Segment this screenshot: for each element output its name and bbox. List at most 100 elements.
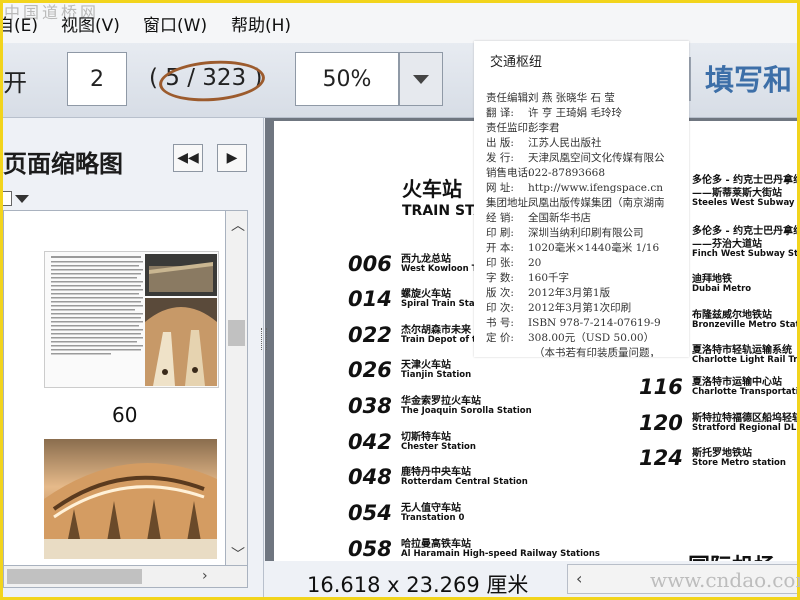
toolbar-separator [689,57,691,101]
colophon-row: （本书若有印装质量问题， [534,347,660,357]
entry-title-cn: 夏洛特市轻轨运输系统 [692,345,792,356]
entry-page-number: 006 [348,252,392,276]
colophon-row: 出 版: 江苏人民出版社 [486,137,602,149]
colophon-row: 开 本: 1020毫米×1440毫米 1/16 [486,242,660,254]
entry-title-cn: 夏洛特市运输中心站 [692,377,782,388]
entry-title-cn: 布隆兹威尔地铁站 [692,310,772,321]
fill-sign-button[interactable]: 填写和 [705,57,792,99]
entry-title-en: Stratford Regional DLR Sta [692,423,797,433]
entry-title-cn: 鹿特丹中央车站 [401,467,471,478]
colophon-row: 定 价: 308.00元（USD 50.00） [486,332,655,344]
page-thumbnail[interactable] [44,251,219,388]
options-icon [3,191,12,206]
chevron-down-icon [15,195,29,203]
entry-title-en: The Joaquin Sorolla Station [401,406,532,416]
chevron-down-icon [413,74,429,84]
entry-title-cn: 杰尔胡森市未来 [401,325,471,336]
menu-bar: 中国道桥网 自(E) 视图(V) 窗口(W) 帮助(H) [3,3,797,43]
scrollbar-thumb[interactable] [7,569,142,584]
thumbnail-page-number: 60 [112,403,138,427]
colophon-row: 字 数: 160千字 [486,272,570,284]
page-thumbnail[interactable] [44,439,217,559]
chevron-up-icon[interactable]: ︿ [231,215,245,235]
entry-title-cn: 哈拉曼高铁车站 [401,539,471,550]
entry-title-cn: 华金索罗拉火车站 [401,396,481,407]
colophon-row: 销售电话:022-87893668 [486,167,606,179]
entry-page-number: 116 [639,375,683,399]
prev-page-button[interactable]: ◀◀ [173,144,203,172]
page-size-label: 16.618 x 23.269 厘米 [307,573,529,597]
entry-page-number: 042 [348,430,392,454]
entry-page-number: 054 [348,501,392,525]
chevron-down-icon[interactable]: ﹀ [231,544,245,564]
entry-page-number: 048 [348,465,392,489]
rewind-icon: ◀◀ [177,150,199,166]
entry-title-en: Store Metro station [692,458,786,468]
entry-title-cn: 切斯特车站 [401,432,451,443]
chevron-right-icon[interactable]: › [202,568,208,584]
play-icon: ▶ [226,150,238,166]
open-button[interactable]: 开 [3,63,27,98]
entry-title-cn: ——斯蒂莱斯大街站 [692,188,782,199]
colophon-row: 发 行: 天津凤凰空间文化传媒有限公 [486,152,665,164]
entry-page-number: 124 [639,446,683,470]
page-number-input[interactable]: 2 [67,52,127,106]
thumbnail-options-button[interactable] [3,188,31,208]
entry-title-cn: ——芬治大道站 [692,239,762,250]
entry-title-en: Chester Station [401,442,476,452]
colophon-row: 书 号: ISBN 978-7-214-07619-9 [486,317,661,329]
thumbnail-image [51,254,217,386]
entry-title-en: Steeles West Subway Stat [692,198,797,208]
thumbnails-panel: 页面缩略图 ◀◀ ▶ 60 ︿ ﹀ › [3,118,264,597]
entry-title-cn: 天津火车站 [401,360,451,371]
thumbnails-horizontal-scrollbar[interactable]: › [3,565,248,588]
entry-title-cn: 斯托罗地铁站 [692,448,752,459]
colophon-row: 印 张: 20 [486,257,542,269]
zoom-dropdown-button[interactable] [399,52,443,106]
entry-page-number: 120 [639,411,683,435]
watermark-bottom: www.cndao.com [650,568,800,592]
colophon-row: 责任监印:彭李君 [486,122,560,134]
thumbnails-list[interactable]: 60 [3,210,227,567]
colophon-row: 印 刷: 深圳当纳利印刷有限公司 [486,227,644,239]
section-heading: 火车站 [402,177,462,201]
entry-title-cn: 迪拜地铁 [692,274,732,285]
entry-title-en: Transtation 0 [401,513,465,523]
entry-title-en: Bronzeville Metro Station [692,320,797,330]
entry-page-number: 058 [348,537,392,561]
entry-title-cn: 斯特拉特福德区船坞轻轨 [692,413,797,424]
entry-title-cn: 螺旋火车站 [401,289,451,300]
thumbnails-vertical-scrollbar[interactable]: ︿ ﹀ [225,210,248,567]
entry-title-en: Rotterdam Central Station [401,477,528,487]
entry-title-en: Charlotte Light Rail Transi [692,355,797,365]
colophon-row: 翻 译: 许 亨 王琦娟 毛玲玲 [486,107,623,119]
entry-page-number: 038 [348,394,392,418]
next-page-button[interactable]: ▶ [217,144,247,172]
colophon-row: 印 次: 2012年3月第1次印刷 [486,302,632,314]
entry-page-number: 022 [348,323,392,347]
menu-view[interactable]: 视图(V) [61,11,120,36]
section-heading: 国际机场 [688,549,776,561]
entry-title-en: Tianjin Station [401,370,472,380]
colophon-row: 责任编辑:刘 燕 张晓华 石 莹 [486,92,615,104]
colophon-row: 集团地址:凤凰出版传媒集团（南京湖南 [486,197,665,209]
menu-window[interactable]: 窗口(W) [143,11,207,36]
scrollbar-thumb[interactable] [228,320,245,346]
colophon-overlay: 交通枢纽 责任编辑:刘 燕 张晓华 石 莹 翻 译: 许 亨 王琦娟 毛玲玲 责任… [474,41,689,357]
colophon-row: 经 销: 全国新华书店 [486,212,591,224]
entry-title-cn: 西九龙总站 [401,254,451,265]
colophon-row: 版 次: 2012年3月第1版 [486,287,611,299]
chevron-left-icon[interactable]: ‹ [576,569,582,588]
colophon-title: 交通枢纽 [490,55,543,70]
entry-title-en: Al Haramain High-speed Railway Stations [401,549,600,559]
menu-edit[interactable]: 自(E) [3,11,38,36]
splitter-handle[interactable] [261,328,267,350]
entry-title-en: Dubai Metro [692,284,752,294]
menu-help[interactable]: 帮助(H) [231,11,291,36]
entry-page-number: 026 [348,358,392,382]
entry-title-cn: 无人值守车站 [401,503,461,514]
colophon-row: 网 址: http://www.ifengspace.cn [486,182,663,194]
entry-title-en: Finch West Subway Statio [692,249,797,259]
thumbnail-image [44,463,217,559]
zoom-input[interactable]: 50% [295,52,399,106]
